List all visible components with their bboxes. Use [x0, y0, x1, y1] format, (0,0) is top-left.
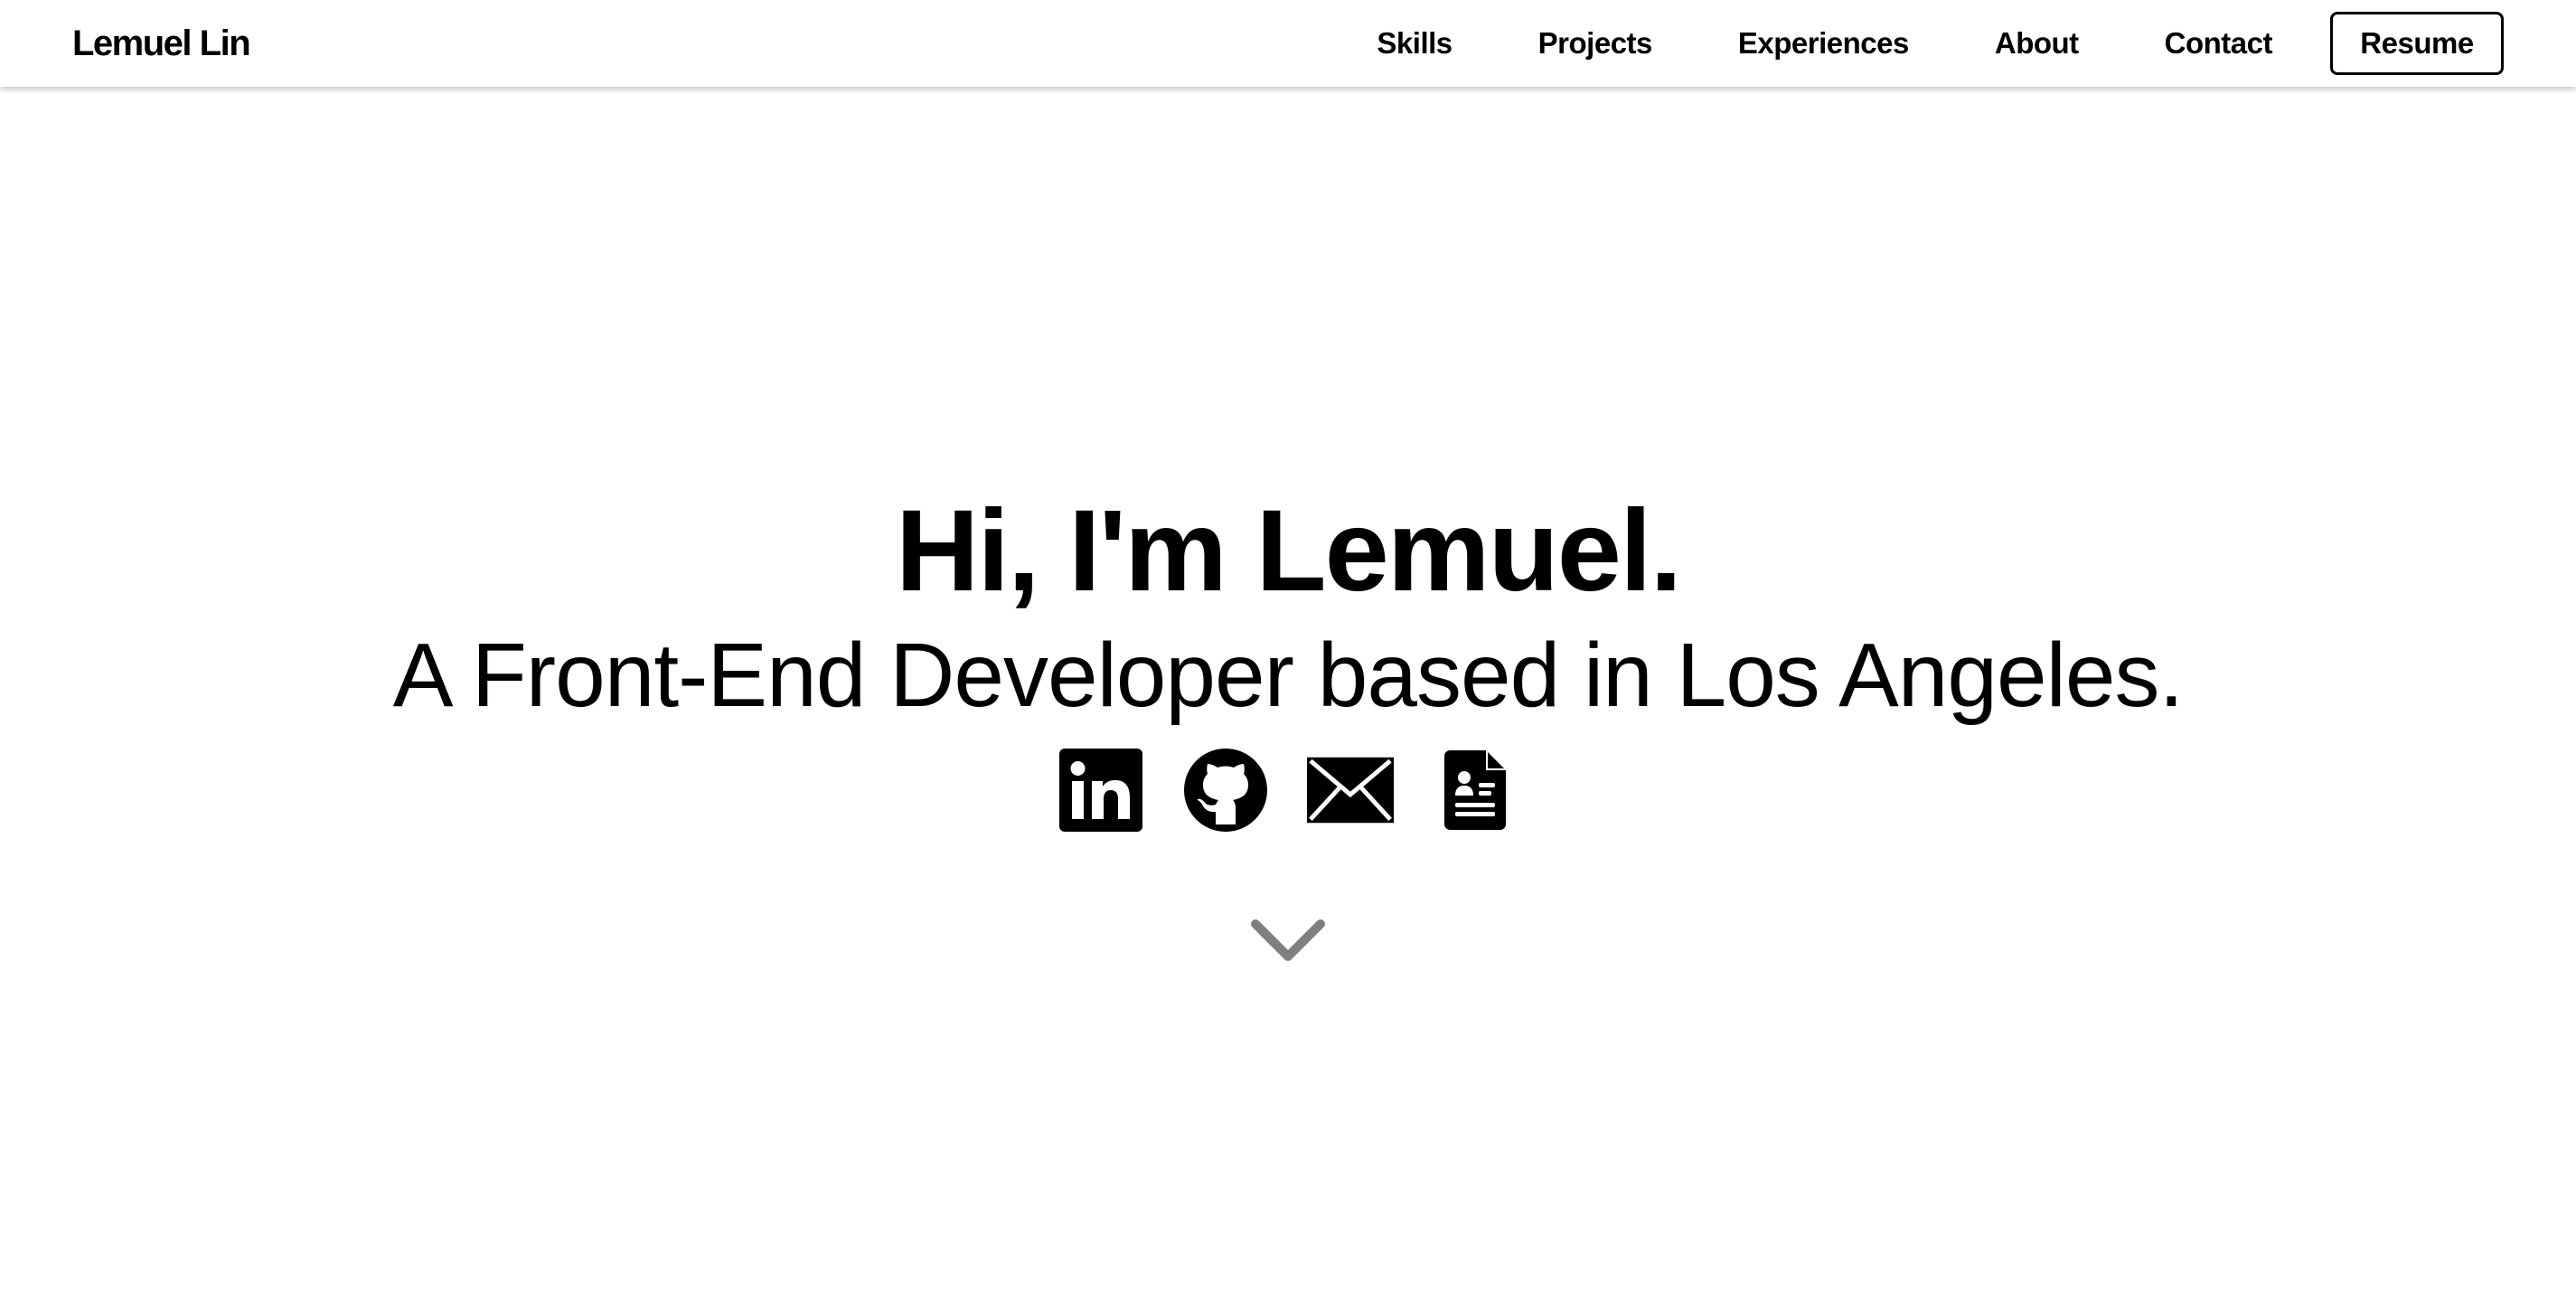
nav-link-experiences[interactable]: Experiences: [1738, 26, 1909, 61]
nav-link-about[interactable]: About: [1995, 26, 2079, 61]
hero-section: Hi, I'm Lemuel. A Front-End Developer ba…: [0, 470, 2576, 834]
linkedin-link[interactable]: [1058, 747, 1144, 834]
github-link[interactable]: [1182, 747, 1269, 834]
resume-document-icon: [1444, 750, 1506, 830]
github-icon: [1184, 749, 1267, 832]
email-link[interactable]: [1307, 747, 1394, 834]
social-links: [0, 747, 2576, 834]
chevron-down-icon: [1251, 919, 1325, 961]
linkedin-icon: [1059, 749, 1142, 832]
nav-link-projects[interactable]: Projects: [1538, 26, 1653, 61]
nav-link-skills[interactable]: Skills: [1377, 26, 1453, 61]
email-icon: [1307, 757, 1394, 824]
resume-link[interactable]: [1432, 747, 1518, 834]
nav-menu: Skills Projects Experiences About Contac…: [1377, 0, 2504, 87]
scroll-down-button[interactable]: [1249, 915, 1327, 969]
hero-subtitle: A Front-End Developer based in Los Angel…: [392, 625, 2185, 726]
site-logo[interactable]: Lemuel Lin: [72, 0, 251, 87]
resume-button[interactable]: Resume: [2330, 12, 2504, 75]
hero-title: Hi, I'm Lemuel.: [895, 486, 1682, 616]
top-navbar: Lemuel Lin Skills Projects Experiences A…: [0, 0, 2576, 87]
nav-link-contact[interactable]: Contact: [2165, 26, 2273, 61]
